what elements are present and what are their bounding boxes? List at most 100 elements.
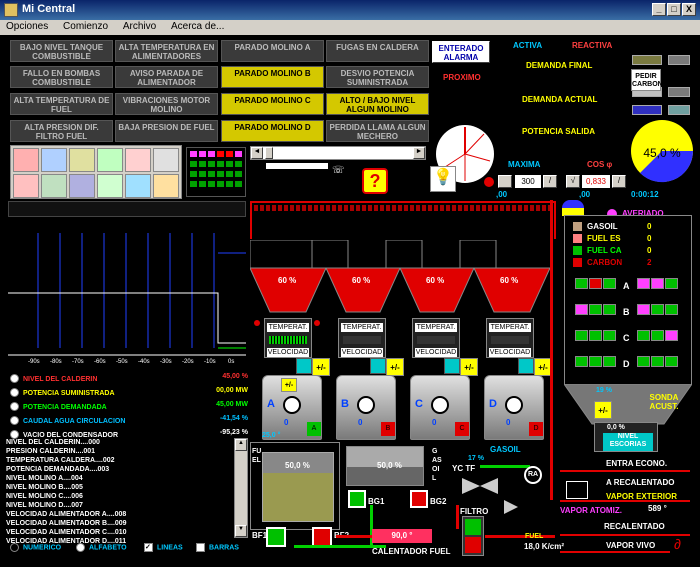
axis-tick: -30s <box>160 359 172 365</box>
menu-opciones[interactable]: Opciones <box>0 20 54 32</box>
code-list-scrollbar[interactable]: ▲ ▼ <box>234 438 248 538</box>
alarm-tile: ALTA TEMPERATURA DE FUEL <box>10 93 113 115</box>
list-item[interactable]: VELOCIDAD ALIMENTADOR C....010 <box>6 528 232 537</box>
escorias-box: 0,0 % NIVEL ESCORIAS <box>594 422 658 452</box>
activa-label: ACTIVA <box>513 41 543 50</box>
param-row[interactable]: POTENCIA SUMINISTRADA 00,00 MW <box>10 387 248 401</box>
axis-tick: -60s <box>94 359 106 365</box>
cos-check[interactable]: √ <box>566 175 580 188</box>
demanda-actual-bar-r <box>668 87 690 97</box>
bf1-label: BF1 <box>252 531 268 540</box>
maximize-button[interactable]: □ <box>667 3 681 16</box>
gasoil-vertical-label: GASOIL <box>432 448 442 482</box>
gasoil-tag: GASOIL <box>490 445 521 454</box>
tool-icon-9[interactable] <box>69 174 95 198</box>
window-title: Mi Central <box>22 3 76 15</box>
potencia-salida-bar-r <box>668 105 690 115</box>
fuel-out-pipe <box>485 535 555 538</box>
param-row[interactable]: POTENCIA DEMANDADA 45,00 MW <box>10 401 248 415</box>
code-list[interactable]: NIVEL DEL CALDERIN....000 PRESION CALDER… <box>6 438 232 545</box>
cos-input[interactable]: 0,833 <box>582 175 610 188</box>
maxima-input[interactable]: 300 <box>515 175 541 188</box>
pump-bf2[interactable] <box>312 527 332 547</box>
maxima-slash-button[interactable]: / <box>543 175 557 188</box>
tool-icon-4[interactable] <box>97 148 123 172</box>
menu-comienzo[interactable]: Comienzo <box>57 20 114 32</box>
mill-b-panel: TEMPERAT. VELOCIDAD <box>338 318 386 358</box>
yc-tf-label: YC TF <box>452 464 476 473</box>
steam-pipe-2 <box>560 500 690 502</box>
phone-icon[interactable]: ☏ <box>332 165 345 176</box>
tool-icon-11[interactable] <box>125 174 151 198</box>
pump-bg2[interactable] <box>410 490 428 508</box>
list-item[interactable]: PRESION CALDERIN....001 <box>6 447 232 456</box>
tool-icon-1[interactable] <box>13 148 39 172</box>
maxima-check[interactable] <box>498 175 512 188</box>
minimize-button[interactable]: _ <box>652 3 666 16</box>
vapor-atomiz-label: VAPOR ATOMIZ. <box>560 506 622 515</box>
tool-icon-10[interactable] <box>97 174 123 198</box>
reactiva-label: REACTIVA <box>572 41 613 50</box>
param-row[interactable]: NIVEL DEL CALDERIN 45,00 % <box>10 373 248 387</box>
slider-right-arrow[interactable]: ► <box>413 147 425 159</box>
pct19: 19 % <box>596 387 612 394</box>
alarm-tile: PERDIDA LLAMA ALGUN MECHERO <box>326 120 429 142</box>
mill-a-adjust-button[interactable]: +/- <box>312 358 330 376</box>
tool-icon-8[interactable] <box>41 174 67 198</box>
alarm-tile-active: PARADO MOLINO B <box>221 66 324 88</box>
mill-a-feeder[interactable] <box>296 358 312 374</box>
calentador-label: CALENTADOR FUEL <box>372 547 451 556</box>
help-icon[interactable]: ? <box>362 168 388 194</box>
mill-c-adjust-button[interactable]: +/- <box>460 358 478 376</box>
alfabeto-option[interactable]: ALFABETO <box>76 543 127 552</box>
list-item[interactable]: NIVEL MOLINO D....007 <box>6 501 232 510</box>
slider-left-arrow[interactable]: ◄ <box>251 147 263 159</box>
progress-bar <box>266 163 328 169</box>
param-row[interactable]: CAUDAL AGUA CIRCULACION -41,54 % <box>10 415 248 429</box>
pct17: 17 % <box>468 455 484 462</box>
list-item[interactable]: NIVEL MOLINO C....006 <box>6 492 232 501</box>
list-item[interactable]: TEMPERATURA CALDERA....002 <box>6 456 232 465</box>
list-item[interactable]: POTENCIA DEMANDADA....003 <box>6 465 232 474</box>
tool-icon-5[interactable] <box>125 148 151 172</box>
pedir-carbon-button[interactable]: PEDIR CARBON <box>631 69 663 91</box>
pump-bg1[interactable] <box>348 490 366 508</box>
status-slider[interactable]: ◄ ► <box>250 146 426 160</box>
list-item[interactable]: NIVEL DEL CALDERIN....000 <box>6 438 232 447</box>
list-item[interactable]: NIVEL MOLINO B....005 <box>6 483 232 492</box>
slider-thumb[interactable] <box>265 147 273 159</box>
tool-icon-6[interactable] <box>153 148 179 172</box>
barras-checkbox[interactable]: BARRAS <box>196 543 239 552</box>
tool-icon-2[interactable] <box>41 148 67 172</box>
sonda-adjust-button[interactable]: +/- <box>594 401 612 419</box>
axis-tick: -80s <box>50 359 62 365</box>
led-grid <box>186 147 246 197</box>
numerico-option[interactable]: NUMERICO <box>10 543 61 552</box>
boiler-tubes <box>254 205 552 211</box>
ack-alarm-button[interactable]: ENTERADO ALARMA <box>432 41 490 63</box>
demanda-final-bar-r <box>668 55 690 65</box>
alarm-tile: ALTA TEMPERATURA EN ALIMENTADORES <box>115 40 218 62</box>
menu-acerca[interactable]: Acerca de... <box>165 20 230 32</box>
lineas-checkbox[interactable]: ✓ LINEAS <box>144 543 183 552</box>
entra-econo-label: ENTRA ECONO. <box>606 459 668 468</box>
list-item[interactable]: NIVEL MOLINO A....004 <box>6 474 232 483</box>
mill-b-feeder[interactable] <box>370 358 386 374</box>
gasoil-line <box>480 465 530 468</box>
demanda-final-label: DEMANDA FINAL <box>526 61 593 70</box>
close-button[interactable]: X <box>682 3 696 16</box>
list-item[interactable]: VELOCIDAD ALIMENTADOR A....008 <box>6 510 232 519</box>
demanda-final-bar <box>632 55 662 65</box>
mill-d-feeder[interactable] <box>518 358 534 374</box>
list-item[interactable]: VELOCIDAD ALIMENTADOR B....009 <box>6 519 232 528</box>
menu-archivo[interactable]: Archivo <box>117 20 162 32</box>
mill-b-adjust-button[interactable]: +/- <box>386 358 404 376</box>
tool-palette <box>10 145 182 199</box>
pump-bf1[interactable] <box>266 527 286 547</box>
tool-icon-3[interactable] <box>69 148 95 172</box>
tool-icon-12[interactable] <box>153 174 179 198</box>
tool-icon-7[interactable] <box>13 174 39 198</box>
cos-slash-button[interactable]: / <box>612 175 626 188</box>
mill-c-feeder[interactable] <box>444 358 460 374</box>
lightbulb-icon[interactable]: 💡 <box>430 166 456 192</box>
